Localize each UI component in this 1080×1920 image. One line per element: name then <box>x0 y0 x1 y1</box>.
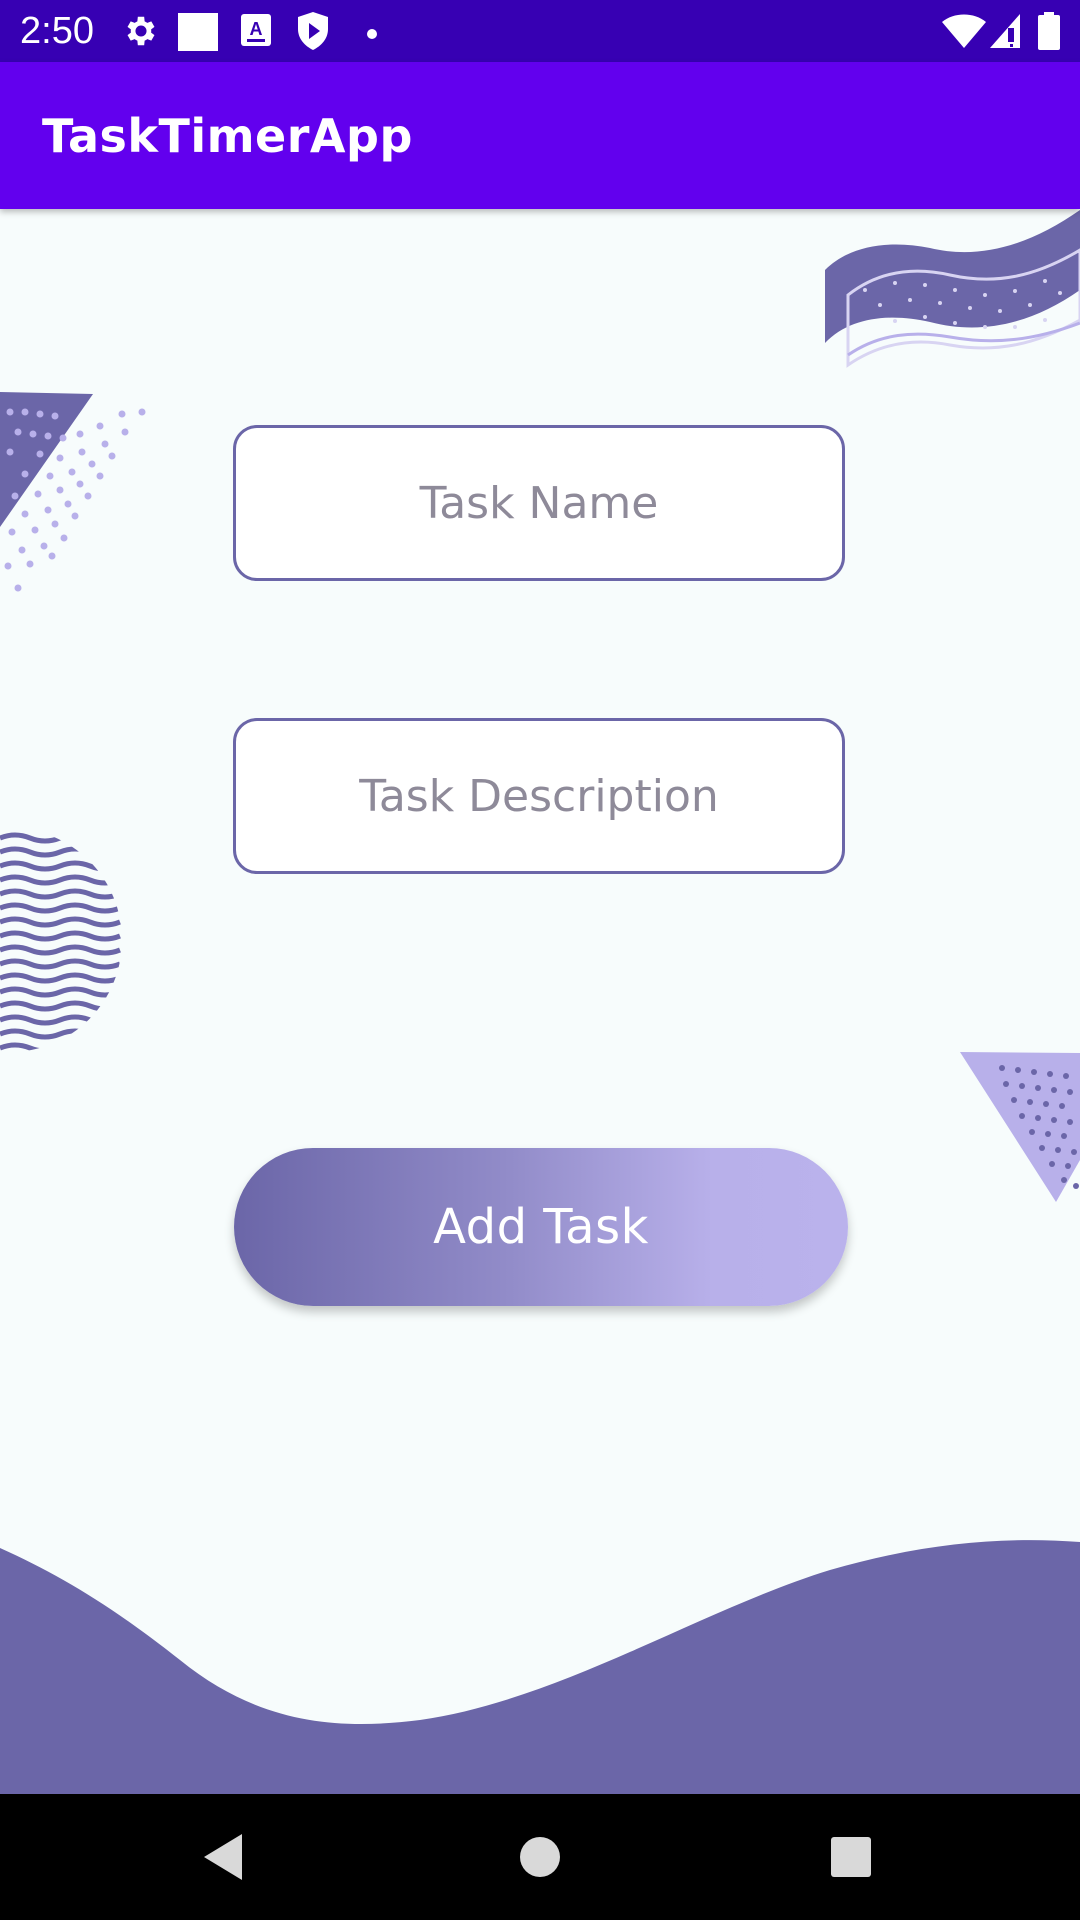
triangle-right-decoration <box>960 1052 1080 1202</box>
battery-icon <box>1038 12 1060 54</box>
status-time: 2:50 <box>20 10 94 52</box>
screen: 2:50 A TaskTimerApp Task Name Task Descr… <box>0 0 1080 1920</box>
svg-text:A: A <box>250 19 263 39</box>
wavy-circle-decoration <box>0 832 121 1052</box>
app-bar: TaskTimerApp <box>0 62 1080 209</box>
triangle-dots-decoration <box>0 392 146 592</box>
task-description-input[interactable] <box>233 718 845 874</box>
ribbon-decoration <box>825 210 1080 368</box>
task-name-input[interactable] <box>233 425 845 581</box>
wifi-icon <box>942 14 986 52</box>
signal-icon <box>990 14 1020 52</box>
home-icon[interactable] <box>505 1822 575 1892</box>
keyboard-a-icon: A <box>241 14 271 50</box>
navigation-bar <box>0 1794 1080 1920</box>
square-icon <box>178 13 218 55</box>
recents-icon[interactable] <box>816 1822 886 1892</box>
bottom-wave-decoration <box>0 1540 1080 1794</box>
status-bar: 2:50 A <box>0 0 1080 62</box>
dot-icon <box>366 25 378 44</box>
back-icon[interactable] <box>192 1822 262 1892</box>
app-title: TaskTimerApp <box>42 109 413 163</box>
add-task-button[interactable]: Add Task <box>234 1148 848 1306</box>
gear-icon <box>122 12 160 54</box>
shield-play-icon <box>296 11 330 55</box>
